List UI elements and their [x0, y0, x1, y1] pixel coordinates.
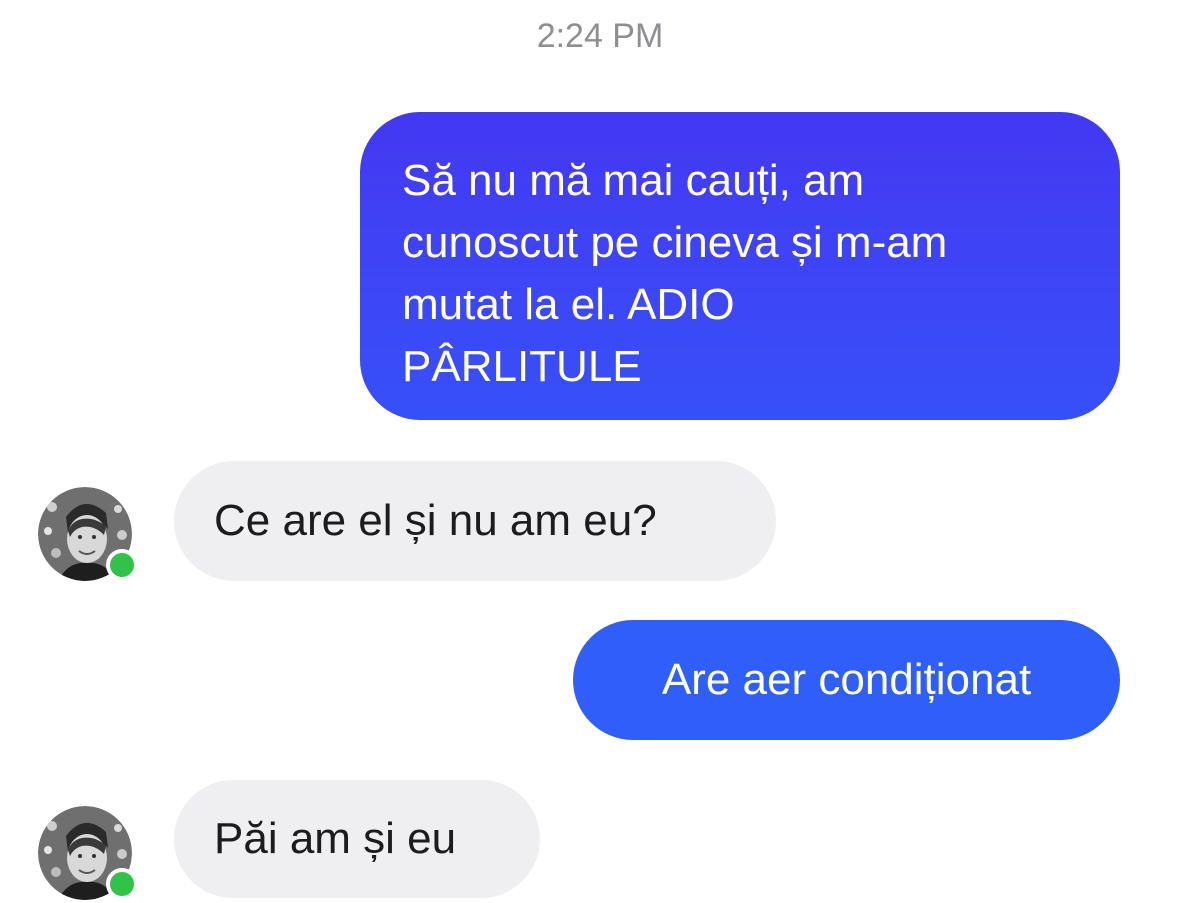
- online-status-icon: [106, 549, 138, 581]
- incoming-message-bubble[interactable]: Ce are el și nu am eu?: [174, 461, 776, 581]
- outgoing-message-bubble[interactable]: Are aer condiționat: [573, 620, 1120, 740]
- contact-avatar[interactable]: [38, 487, 138, 581]
- outgoing-message-bubble[interactable]: Să nu mă mai cauți, am cunoscut pe cinev…: [360, 112, 1120, 420]
- contact-avatar[interactable]: [38, 806, 138, 900]
- message-text-line: Să nu mă mai cauți, am: [402, 156, 865, 205]
- message-text-line: cunoscut pe cineva și m-am: [402, 218, 948, 267]
- incoming-message-bubble[interactable]: Păi am și eu: [174, 780, 540, 898]
- message-thread: 2:24 PM Să nu mă mai cauți, am cunoscut …: [0, 0, 1200, 903]
- message-text-line: mutat la el. ADIO: [402, 280, 735, 329]
- message-timestamp: 2:24 PM: [536, 17, 664, 55]
- online-status-icon: [106, 868, 138, 900]
- message-text-line: PÂRLITULE: [402, 342, 642, 391]
